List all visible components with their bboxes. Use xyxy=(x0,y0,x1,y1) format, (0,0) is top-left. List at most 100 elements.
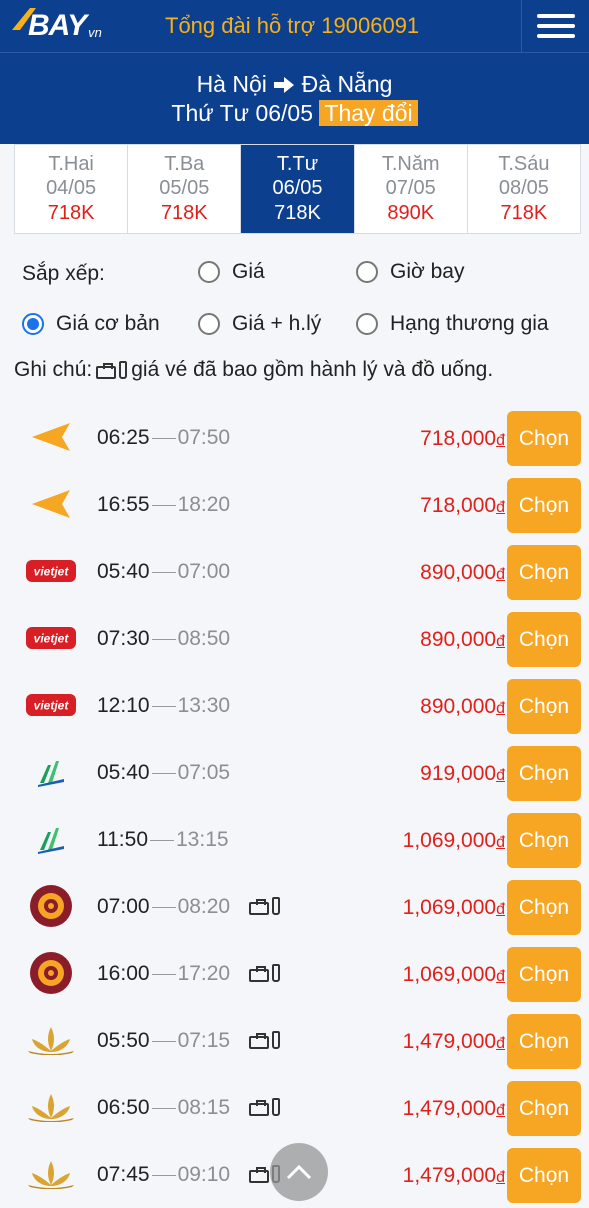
vietravel-logo-icon xyxy=(26,885,76,927)
time-separator xyxy=(151,504,176,506)
price-value: 890,000 xyxy=(420,695,497,718)
day-date: 04/05 xyxy=(46,177,97,199)
sort-option-price-luggage[interactable]: Giá + h.lý xyxy=(198,312,321,336)
radio-price-luggage[interactable] xyxy=(198,313,220,335)
vietnam-airlines-logo-icon xyxy=(26,1156,76,1192)
flight-times: 07:30 08:50 xyxy=(97,627,230,651)
time-separator xyxy=(150,839,174,841)
svg-text:vietjet: vietjet xyxy=(34,632,70,646)
time-separator xyxy=(151,437,176,439)
sort-option-time[interactable]: Giờ bay xyxy=(356,260,464,284)
price-value: 1,479,000 xyxy=(402,1097,497,1120)
departure-time: 16:55 xyxy=(97,493,150,516)
radio-price[interactable] xyxy=(198,261,220,283)
choose-flight-button[interactable]: Chọn xyxy=(507,478,581,533)
sort-option-label: Giá xyxy=(232,260,265,283)
departure-time: 07:00 xyxy=(97,895,150,918)
flight-row: 05:50 07:15 1,479,000đ Chọn xyxy=(0,1007,589,1074)
departure-time: 11:50 xyxy=(97,828,148,851)
day-name: T.Tư xyxy=(276,153,319,175)
day-price: 890K xyxy=(387,202,435,224)
day-name: T.Năm xyxy=(381,153,440,175)
flight-times: 05:40 07:00 xyxy=(97,560,230,584)
flight-times: 12:10 13:30 xyxy=(97,694,230,718)
day-tab[interactable]: T.Tư 06/05 718K xyxy=(241,145,355,233)
sort-option-business[interactable]: Hạng thương gia xyxy=(356,312,549,336)
day-date: 08/05 xyxy=(498,177,549,199)
arrival-time: 08:15 xyxy=(177,1096,231,1119)
flight-times: 06:50 08:15 xyxy=(97,1096,230,1120)
choose-flight-button[interactable]: Chọn xyxy=(507,746,581,801)
time-separator xyxy=(151,571,176,573)
hamburger-menu-icon[interactable] xyxy=(521,0,589,52)
arrival-time: 17:20 xyxy=(177,962,231,985)
logo-swoosh-icon xyxy=(12,8,36,30)
choose-flight-button[interactable]: Chọn xyxy=(507,813,581,868)
choose-flight-button[interactable]: Chọn xyxy=(507,1148,581,1203)
flight-row: vietjet 12:10 13:30 890,000đ Chọn xyxy=(0,672,589,739)
departure-time: 06:50 xyxy=(97,1096,150,1119)
choose-flight-button[interactable]: Chọn xyxy=(507,947,581,1002)
radio-base-price[interactable] xyxy=(22,313,44,335)
day-date: 05/05 xyxy=(159,177,210,199)
day-tab[interactable]: T.Hai 04/05 718K xyxy=(15,145,129,233)
day-tab[interactable]: T.Ba 05/05 718K xyxy=(128,145,242,233)
currency-symbol: đ xyxy=(496,1102,505,1119)
logo[interactable]: BAY vn xyxy=(0,0,130,52)
flight-times: 07:00 08:20 xyxy=(97,895,230,919)
flight-row: 11:50 13:15 1,069,000đ Chọn xyxy=(0,806,589,873)
vietnam-airlines-logo-icon xyxy=(26,1022,76,1058)
svg-text:vietjet: vietjet xyxy=(34,565,70,579)
price-value: 890,000 xyxy=(420,561,497,584)
arrival-time: 07:15 xyxy=(177,1029,231,1052)
flight-times: 05:40 07:05 xyxy=(97,761,230,785)
arrival-time: 13:30 xyxy=(177,694,231,717)
svg-text:vietjet: vietjet xyxy=(34,699,70,713)
travel-date: Thứ Tư 06/05 xyxy=(171,100,313,126)
flight-price: 1,479,000đ xyxy=(403,1097,505,1121)
sort-option-label: Giá cơ bản xyxy=(56,312,160,335)
choose-flight-button[interactable]: Chọn xyxy=(507,880,581,935)
sort-option-label: Hạng thương gia xyxy=(390,312,549,335)
day-tab[interactable]: T.Sáu 08/05 718K xyxy=(468,145,580,233)
sort-option-label: Giờ bay xyxy=(390,260,465,283)
time-separator xyxy=(151,638,176,640)
radio-business[interactable] xyxy=(356,313,378,335)
jetstar-logo-icon xyxy=(26,419,76,455)
time-separator xyxy=(151,1107,176,1109)
choose-flight-button[interactable]: Chọn xyxy=(507,679,581,734)
currency-symbol: đ xyxy=(496,633,505,650)
sort-row-1: Sắp xếp: Giá Giờ bay xyxy=(0,254,589,294)
time-separator xyxy=(151,705,176,707)
hotline-text[interactable]: Tổng đài hỗ trợ 19006091 xyxy=(165,13,419,39)
flight-price: 1,069,000đ xyxy=(403,963,505,987)
flight-times: 05:50 07:15 xyxy=(97,1029,230,1053)
arrow-right-icon xyxy=(274,77,295,93)
choose-flight-button[interactable]: Chọn xyxy=(507,411,581,466)
price-value: 1,069,000 xyxy=(402,829,497,852)
day-tab[interactable]: T.Năm 07/05 890K xyxy=(355,145,468,233)
radio-time[interactable] xyxy=(356,261,378,283)
flight-row: 16:00 17:20 1,069,000đ Chọn xyxy=(0,940,589,1007)
chevron-up-icon[interactable] xyxy=(270,1143,328,1201)
choose-flight-button[interactable]: Chọn xyxy=(507,1081,581,1136)
sort-option-price[interactable]: Giá xyxy=(198,260,265,284)
choose-flight-button[interactable]: Chọn xyxy=(507,612,581,667)
price-value: 890,000 xyxy=(420,628,497,651)
sort-option-base-price[interactable]: Giá cơ bản xyxy=(22,312,160,336)
change-date-button[interactable]: Thay đổi xyxy=(319,100,418,126)
day-price: 718K xyxy=(274,202,321,224)
flight-row: vietjet 05:40 07:00 890,000đ Chọn xyxy=(0,538,589,605)
price-value: 1,479,000 xyxy=(402,1164,497,1187)
bamboo-logo-icon xyxy=(26,821,76,857)
origin-city: Hà Nội xyxy=(196,71,267,97)
arrival-time: 08:20 xyxy=(177,895,231,918)
arrival-time: 09:10 xyxy=(177,1163,231,1186)
arrival-time: 07:50 xyxy=(177,426,231,449)
currency-symbol: đ xyxy=(496,834,505,851)
choose-flight-button[interactable]: Chọn xyxy=(507,1014,581,1069)
day-date: 07/05 xyxy=(385,177,436,199)
choose-flight-button[interactable]: Chọn xyxy=(507,545,581,600)
flight-times: 07:45 09:10 xyxy=(97,1163,230,1187)
jetstar-logo-icon xyxy=(26,486,76,522)
